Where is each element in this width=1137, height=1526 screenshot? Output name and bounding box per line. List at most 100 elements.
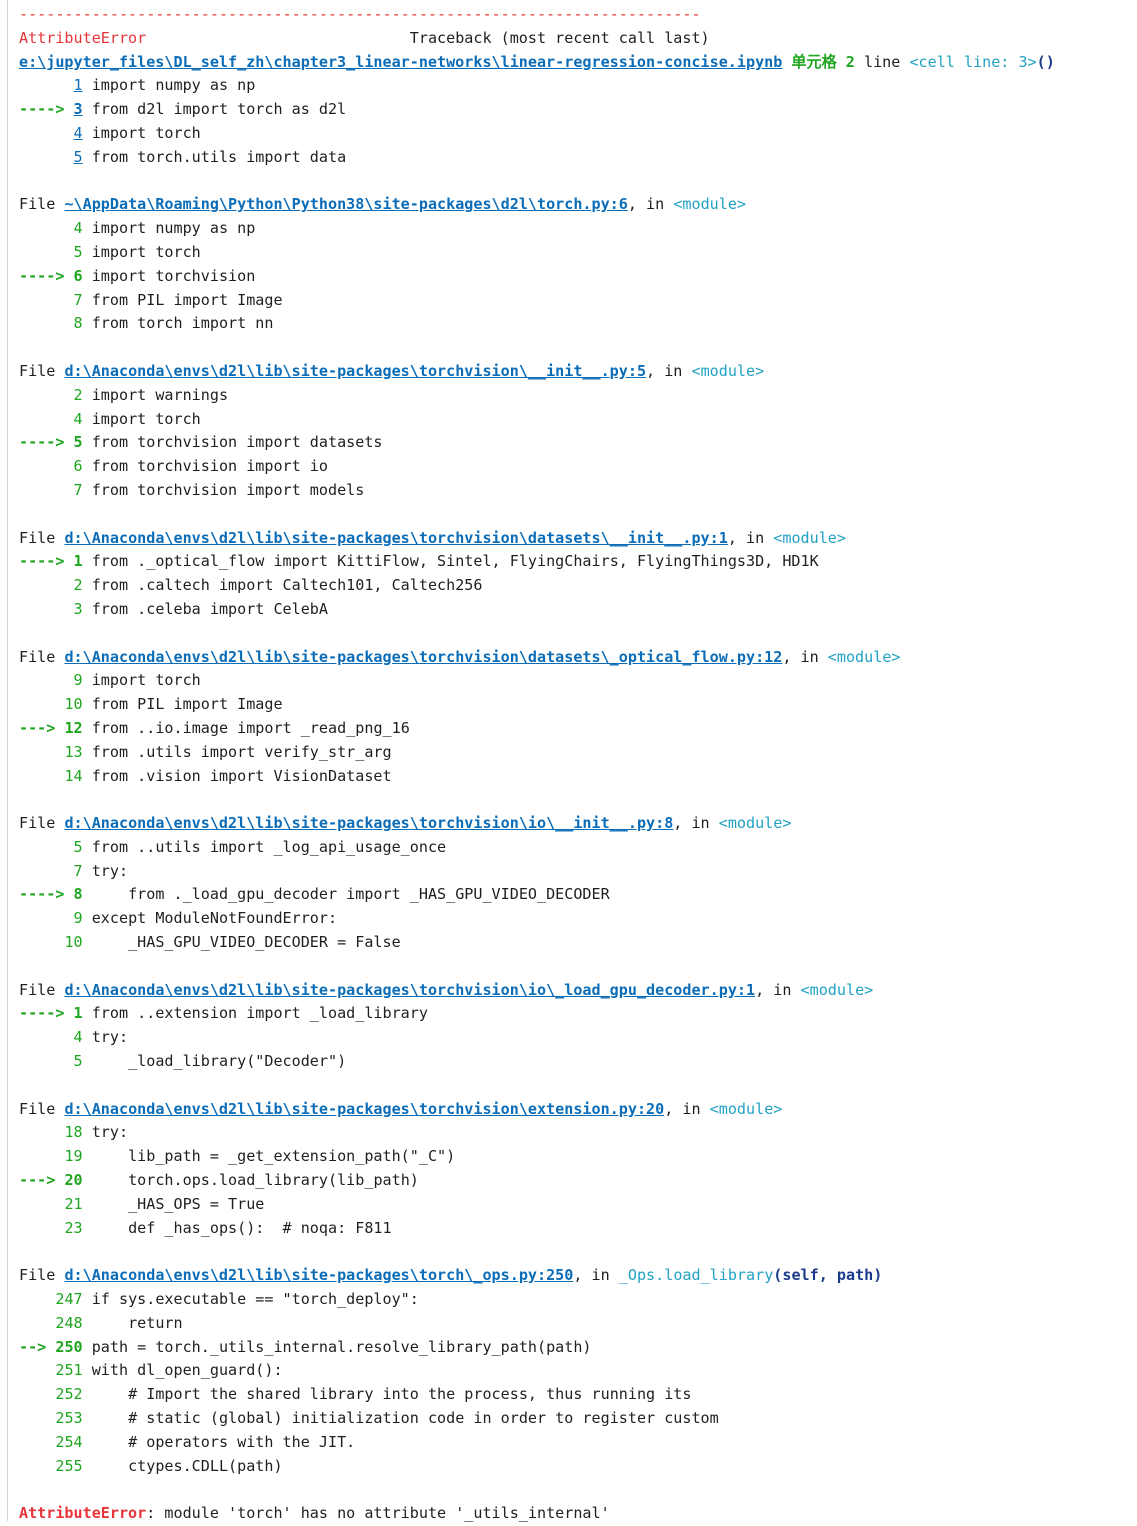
file-label: File [19, 528, 56, 547]
file-path-link[interactable]: d:\Anaconda\envs\d2l\lib\site-packages\t… [64, 1266, 573, 1284]
current-line-arrow: ----> [19, 266, 65, 285]
line-number: 5 [73, 242, 83, 261]
line-number: 2 [73, 385, 83, 404]
code-line: 252 # Import the shared library into the… [19, 1383, 1055, 1407]
file-path-link[interactable]: d:\Anaconda\envs\d2l\lib\site-packages\t… [64, 981, 755, 999]
line-number[interactable]: 4 [74, 124, 83, 142]
code-text: _HAS_GPU_VIDEO_DECODER = False [91, 933, 401, 952]
code-text: # static (global) initialization code in… [91, 1409, 719, 1428]
traceback-frame: File d:\Anaconda\envs\d2l\lib\site-packa… [19, 955, 1055, 1074]
file-label: File [19, 195, 56, 214]
code-text: path = torch._utils_internal.resolve_lib… [91, 1337, 592, 1356]
frame-function: _Ops.load_library [618, 1266, 774, 1285]
line-number: 9 [73, 671, 83, 690]
file-path-link[interactable]: ~\AppData\Roaming\Python\Python38\site-p… [64, 195, 627, 213]
code-line: 19 lib_path = _get_extension_path("_C") [19, 1145, 1055, 1169]
line-number: 23 [64, 1218, 83, 1237]
file-path-link[interactable]: d:\Anaconda\envs\d2l\lib\site-packages\t… [64, 648, 782, 666]
frame-function: <module> [827, 647, 901, 666]
traceback-frame: File ~\AppData\Roaming\Python\Python38\s… [19, 170, 1055, 337]
line-number[interactable]: 1 [74, 76, 83, 94]
code-line: 9 import torch [19, 669, 1055, 693]
frame-file-line: File d:\Anaconda\envs\d2l\lib\site-packa… [19, 646, 1055, 670]
line-number: 6 [73, 266, 83, 285]
frame-file-line: File d:\Anaconda\envs\d2l\lib\site-packa… [19, 812, 1055, 836]
code-text: from ..io.image import _read_png_16 [91, 718, 410, 737]
file-path-link[interactable]: d:\Anaconda\envs\d2l\lib\site-packages\t… [64, 362, 646, 380]
code-line: 14 from .vision import VisionDataset [19, 765, 1055, 789]
code-text: torch.ops.load_library(lib_path) [91, 1171, 419, 1190]
final-error-type: AttributeError [19, 1504, 147, 1523]
in-label: , in [573, 1266, 610, 1285]
line-number: 10 [64, 695, 83, 714]
line-number[interactable]: 5 [74, 148, 83, 166]
line-number: 10 [64, 933, 83, 952]
line-number: 251 [55, 1361, 83, 1380]
code-line: 3 from .celeba import CelebA [19, 598, 1055, 622]
code-line: 8 from torch import nn [19, 312, 1055, 336]
code-text: from ._load_gpu_decoder import _HAS_GPU_… [91, 885, 610, 904]
code-text: try: [91, 1028, 129, 1047]
header-gap [146, 29, 410, 47]
code-text: import torchvision [91, 266, 256, 285]
line-number: 253 [55, 1409, 83, 1428]
file-path-link[interactable]: d:\Anaconda\envs\d2l\lib\site-packages\t… [64, 1100, 664, 1118]
code-text: ctypes.CDLL(path) [91, 1456, 283, 1475]
line-number[interactable]: 3 [74, 100, 83, 118]
code-line: 5 _load_library("Decoder") [19, 1050, 1055, 1074]
line-number: 4 [73, 219, 83, 238]
line-number: 2 [73, 576, 83, 595]
code-text: _HAS_OPS = True [91, 1194, 265, 1213]
code-line: 5 import torch [19, 241, 1055, 265]
code-text: import torch [91, 409, 201, 428]
code-line: 4 import torch [19, 408, 1055, 432]
code-line: 5 from ..utils import _log_api_usage_onc… [19, 836, 1055, 860]
code-text: from ._optical_flow import KittiFlow, Si… [91, 552, 819, 571]
code-text: # Import the shared library into the pro… [91, 1385, 692, 1404]
code-text: try: [91, 1123, 129, 1142]
code-text: from .vision import VisionDataset [91, 766, 392, 785]
line-number: 254 [55, 1432, 83, 1451]
file-path-link[interactable]: d:\Anaconda\envs\d2l\lib\site-packages\t… [64, 529, 727, 547]
code-line: 7 try: [19, 860, 1055, 884]
frame-function: <module> [800, 980, 874, 999]
line-number: 5 [73, 433, 83, 452]
code-line: ---> 12 from ..io.image import _read_png… [19, 717, 1055, 741]
frame-file-line: File d:\Anaconda\envs\d2l\lib\site-packa… [19, 1264, 1055, 1288]
frame-args: (self, path) [773, 1266, 883, 1285]
code-line: 253 # static (global) initialization cod… [19, 1407, 1055, 1431]
code-line: 13 from .utils import verify_str_arg [19, 741, 1055, 765]
in-label: , in [664, 1099, 701, 1118]
code-line: 1 import numpy as np [19, 74, 1055, 98]
current-line-arrow: ----> [19, 100, 65, 119]
current-line-arrow: --> [19, 1337, 47, 1356]
line-number: 13 [64, 742, 83, 761]
traceback-frame: File d:\Anaconda\envs\d2l\lib\site-packa… [19, 788, 1055, 955]
code-line: 247 if sys.executable == "torch_deploy": [19, 1288, 1055, 1312]
in-label: , in [673, 814, 710, 833]
code-line: ----> 6 import torchvision [19, 265, 1055, 289]
line-number: 8 [73, 314, 83, 333]
file-path-link[interactable]: d:\Anaconda\envs\d2l\lib\site-packages\t… [64, 814, 673, 832]
code-text: import numpy as np [91, 219, 256, 238]
cell-call: () [1036, 52, 1055, 71]
line-number: 255 [55, 1456, 83, 1475]
code-line: 2 import warnings [19, 384, 1055, 408]
code-line: 255 ctypes.CDLL(path) [19, 1455, 1055, 1479]
in-label: , in [646, 361, 683, 380]
code-text: return [91, 1313, 183, 1332]
line-number: 6 [73, 457, 83, 476]
notebook-path-link[interactable]: e:\jupyter_files\DL_self_zh\chapter3_lin… [19, 53, 782, 71]
code-line: 9 except ModuleNotFoundError: [19, 907, 1055, 931]
traceback-header: AttributeError Traceback (most recent ca… [19, 27, 1055, 51]
line-number: 247 [55, 1290, 83, 1309]
code-text: from .utils import verify_str_arg [91, 742, 392, 761]
traceback-title: Traceback (most recent call last) [409, 28, 710, 47]
line-number: 250 [55, 1337, 83, 1356]
separator-line: ----------------------------------------… [19, 3, 1055, 27]
